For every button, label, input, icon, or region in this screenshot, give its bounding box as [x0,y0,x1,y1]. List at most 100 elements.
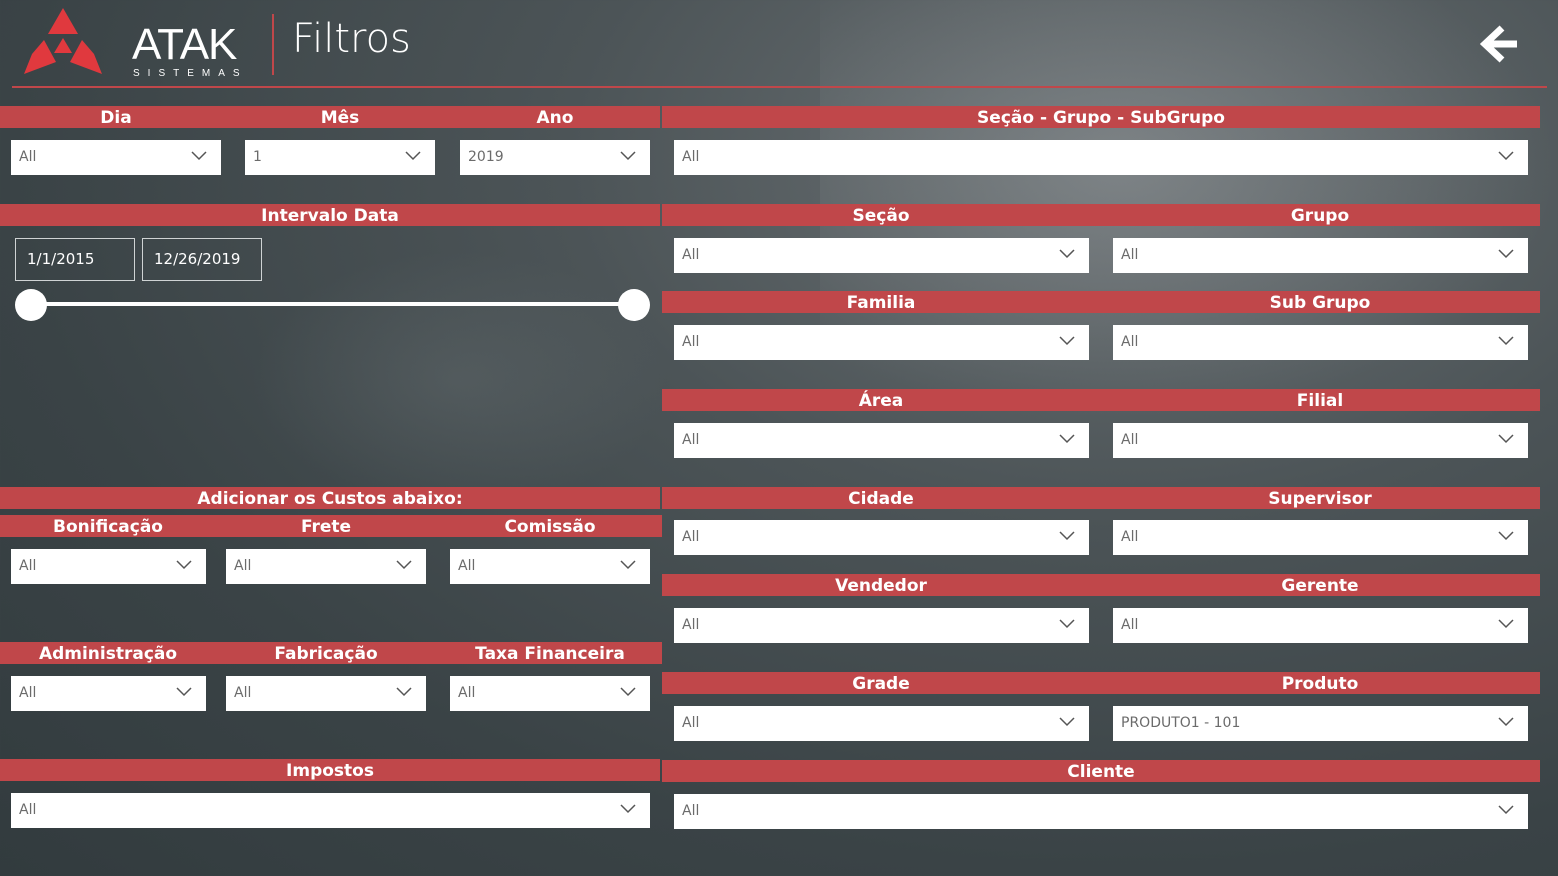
impostos-value: All [19,802,37,818]
familia-value: All [682,334,700,350]
chevron-down-icon [1059,531,1075,541]
cidade-dropdown[interactable]: All [674,520,1089,555]
fabricacao-dropdown[interactable]: All [226,676,426,711]
custos-label: Adicionar os Custos abaixo: [197,489,463,509]
fabricacao-label: Fabricação [274,644,378,664]
chevron-down-icon [176,687,192,697]
mes-label: Mês [320,108,360,128]
date-range-slider-track[interactable] [31,302,634,306]
chevron-down-icon [1498,249,1514,259]
administracao-value: All [19,685,37,701]
secao-grupo-sub-label: Seção - Grupo - SubGrupo [977,108,1225,128]
familia-label: Familia [846,293,916,313]
familia-dropdown[interactable]: All [674,325,1089,360]
filial-label: Filial [1296,391,1344,411]
subgrupo-dropdown[interactable]: All [1113,325,1528,360]
gerente-value: All [1121,617,1139,633]
gerente-dropdown[interactable]: All [1113,608,1528,643]
secao-grupo-sub-value: All [682,149,700,165]
chevron-down-icon [620,687,636,697]
filial-dropdown[interactable]: All [1113,423,1528,458]
slider-start-handle[interactable] [15,289,47,321]
mes-value: 1 [253,149,262,165]
mes-dropdown[interactable]: 1 [245,140,435,175]
bonificacao-label: Bonificação [53,517,163,537]
chevron-down-icon [1498,434,1514,444]
impostos-dropdown[interactable]: All [11,793,650,828]
frete-label: Frete [300,517,352,537]
bonificacao-dropdown[interactable]: All [11,549,206,584]
chevron-down-icon [620,560,636,570]
chevron-down-icon [1498,336,1514,346]
atak-logo: ATAK SISTEMAS [22,6,240,79]
secao-label: Seção [852,206,910,226]
header-underline [12,86,1547,88]
fabricacao-value: All [234,685,252,701]
comissao-label: Comissão [504,517,596,537]
grade-dropdown[interactable]: All [674,706,1089,741]
secao-grupo-sub-dropdown[interactable]: All [674,140,1528,175]
cliente-label: Cliente [1067,762,1135,782]
bonificacao-value: All [19,558,37,574]
chevron-down-icon [396,560,412,570]
produto-dropdown[interactable]: PRODUTO1 - 101 [1113,706,1528,741]
date-filters-header: Dia Mês Ano [0,106,660,128]
custos-header: Adicionar os Custos abaixo: [0,487,660,509]
chevron-down-icon [405,151,421,161]
supervisor-dropdown[interactable]: All [1113,520,1528,555]
vendedor-label: Vendedor [835,576,927,596]
cliente-value: All [682,803,700,819]
grade-value: All [682,715,700,731]
cidade-label: Cidade [848,489,914,509]
grupo-label: Grupo [1290,206,1350,226]
vendedor-gerente-header: Vendedor Gerente [662,574,1540,596]
vendedor-value: All [682,617,700,633]
logo-name: ATAK [132,20,237,69]
cliente-dropdown[interactable]: All [674,794,1528,829]
administracao-label: Administração [38,644,178,664]
dia-value: All [19,149,37,165]
secao-grupo-header: Seção Grupo [662,204,1540,226]
ano-dropdown[interactable]: 2019 [460,140,650,175]
familia-subgrupo-header: Familia Sub Grupo [662,291,1540,313]
produto-value: PRODUTO1 - 101 [1121,715,1241,731]
date-start-input[interactable]: 1/1/2015 [15,238,135,281]
chevron-down-icon [1498,619,1514,629]
slider-end-handle[interactable] [618,289,650,321]
chevron-down-icon [1059,434,1075,444]
grupo-dropdown[interactable]: All [1113,238,1528,273]
impostos-label: Impostos [286,761,374,781]
dia-dropdown[interactable]: All [11,140,221,175]
area-dropdown[interactable]: All [674,423,1089,458]
chevron-down-icon [176,560,192,570]
chevron-down-icon [1498,805,1514,815]
chevron-down-icon [620,804,636,814]
ano-value: 2019 [468,149,504,165]
chevron-down-icon [1059,619,1075,629]
comissao-dropdown[interactable]: All [450,549,650,584]
frete-dropdown[interactable]: All [226,549,426,584]
subgrupo-value: All [1121,334,1139,350]
impostos-header: Impostos [0,759,660,781]
chevron-down-icon [1059,249,1075,259]
secao-dropdown[interactable]: All [674,238,1089,273]
taxa-dropdown[interactable]: All [450,676,650,711]
chevron-down-icon [1498,531,1514,541]
chevron-down-icon [620,151,636,161]
administracao-dropdown[interactable]: All [11,676,206,711]
chevron-down-icon [191,151,207,161]
taxa-label: Taxa Financeira [475,644,625,664]
subgrupo-label: Sub Grupo [1269,293,1371,313]
cidade-value: All [682,529,700,545]
area-value: All [682,432,700,448]
back-button[interactable] [1479,24,1520,64]
date-end-input[interactable]: 12/26/2019 [142,238,262,281]
header-divider [272,14,274,75]
vendedor-dropdown[interactable]: All [674,608,1089,643]
grade-produto-header: Grade Produto [662,672,1540,694]
dia-label: Dia [100,108,132,128]
chevron-down-icon [1059,717,1075,727]
area-label: Área [858,391,904,411]
filial-value: All [1121,432,1139,448]
atak-logo-mark [24,8,102,74]
